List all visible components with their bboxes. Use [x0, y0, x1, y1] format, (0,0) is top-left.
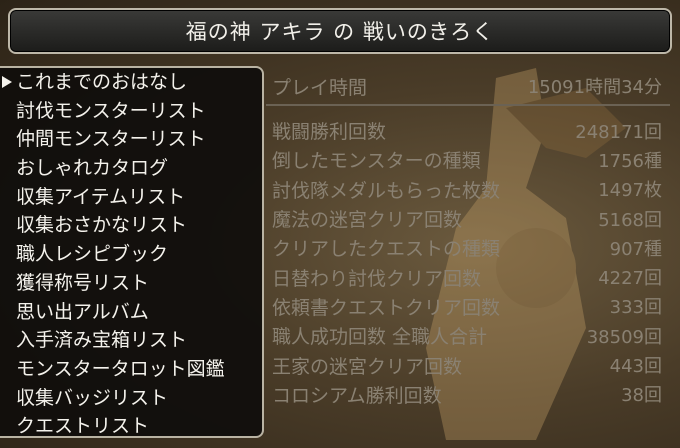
stat-value: 1497枚: [598, 180, 662, 202]
menu-item-1[interactable]: これまでのおはなし: [0, 68, 262, 97]
menu-item-8[interactable]: 獲得称号リスト: [0, 269, 262, 298]
title-bar: 福の神 アキラ の 戦いのきろく: [8, 8, 672, 54]
stat-label: 戦闘勝利回数: [272, 121, 387, 144]
stat-label: 日替わり討伐クリア回数: [272, 267, 482, 290]
menu-item-2[interactable]: 討伐モンスターリスト: [0, 97, 262, 126]
stat-row: 戦闘勝利回数 248171回: [266, 116, 670, 145]
stats-panel: プレイ時間 15091時間34分 戦闘勝利回数 248171回 倒したモンスターの種…: [266, 68, 670, 440]
stat-label: 魔法の迷宮クリア回数: [272, 209, 463, 232]
menu-item-label: 入手済み宝箱リスト: [16, 329, 188, 352]
cursor-arrow-icon: [2, 76, 12, 88]
playtime-label: プレイ時間: [272, 76, 368, 99]
menu-item-6[interactable]: 収集おさかなリスト: [0, 211, 262, 240]
menu-item-5[interactable]: 収集アイテムリスト: [0, 183, 262, 212]
stat-row: 王家の迷宮クリア回数 443回: [266, 350, 670, 379]
stat-row: 倒したモンスターの種類 1756種: [266, 145, 670, 174]
stat-value: 1756種: [598, 150, 662, 172]
stat-label: コロシアム勝利回数: [272, 384, 442, 407]
menu-item-4[interactable]: おしゃれカタログ: [0, 154, 262, 183]
menu-item-label: 獲得称号リスト: [16, 271, 150, 294]
menu-item-12[interactable]: 収集バッジリスト: [0, 384, 262, 413]
menu-item-label: これまでのおはなし: [16, 71, 188, 93]
stat-value: 443回: [609, 356, 662, 378]
playtime-value: 15091時間34分: [527, 77, 662, 98]
record-screen: 福の神 アキラ の 戦いのきろく プレイ時間 15091時間34分 戦闘勝利回数…: [0, 0, 680, 448]
stat-label: 職人成功回数 全職人合計: [272, 326, 488, 349]
stat-value: 5168回: [598, 209, 662, 231]
playtime-row: プレイ時間 15091時間34分: [266, 68, 670, 106]
menu-item-label: 思い出アルバム: [16, 300, 149, 323]
stat-row: クリアしたクエストの種類 907種: [266, 233, 670, 262]
menu-item-13[interactable]: クエストリスト: [0, 412, 262, 441]
menu-item-label: 職人レシピブック: [16, 243, 169, 266]
menu-item-label: 討伐モンスターリスト: [16, 99, 206, 122]
stat-label: 依頼書クエストクリア回数: [272, 296, 501, 319]
stat-row: 魔法の迷宮クリア回数 5168回: [266, 204, 670, 233]
menu-item-3[interactable]: 仲間モンスターリスト: [0, 125, 262, 154]
stat-value: 248171回: [575, 121, 662, 143]
menu-item-10[interactable]: 入手済み宝箱リスト: [0, 326, 262, 355]
stat-row: 討伐隊メダルもらった枚数 1497枚: [266, 175, 670, 204]
stat-value: 4227回: [598, 268, 662, 290]
menu-item-label: 仲間モンスターリスト: [16, 128, 206, 151]
stat-label: 王家の迷宮クリア回数: [272, 355, 463, 378]
stat-list: 戦闘勝利回数 248171回倒したモンスターの種類 1756種討伐隊メダルもらった枚…: [266, 116, 670, 409]
menu-item-label: モンスタータロット図鑑: [16, 357, 225, 380]
stat-value: 38509回: [586, 326, 662, 348]
stat-row: コロシアム勝利回数 38回: [266, 380, 670, 409]
stat-row: 職人成功回数 全職人合計 38509回: [266, 321, 670, 350]
menu-item-label: 収集おさかなリスト: [16, 214, 188, 237]
stat-row: 依頼書クエストクリア回数 333回: [266, 292, 670, 321]
stat-row: 日替わり討伐クリア回数 4227回: [266, 262, 670, 291]
menu-item-9[interactable]: 思い出アルバム: [0, 298, 262, 327]
menu-item-label: おしゃれカタログ: [16, 157, 169, 180]
menu-item-7[interactable]: 職人レシピブック: [0, 240, 262, 269]
menu-item-label: 収集アイテムリスト: [16, 185, 186, 208]
stat-value: 907種: [609, 238, 662, 260]
record-menu: これまでのおはなし 討伐モンスターリスト 仲間モンスターリスト おしゃれカタログ 収集ア…: [0, 66, 264, 438]
menu-item-label: クエストリスト: [16, 415, 150, 438]
menu-item-11[interactable]: モンスタータロット図鑑: [0, 355, 262, 384]
page-title: 福の神 アキラ の 戦いのきろく: [185, 20, 495, 44]
menu-list: これまでのおはなし 討伐モンスターリスト 仲間モンスターリスト おしゃれカタログ 収集ア…: [0, 68, 262, 441]
stat-label: クリアしたクエストの種類: [272, 238, 501, 261]
stat-label: 討伐隊メダルもらった枚数: [272, 179, 501, 202]
stat-label: 倒したモンスターの種類: [272, 150, 481, 173]
stat-value: 38回: [621, 385, 662, 407]
stat-value: 333回: [609, 297, 662, 319]
menu-item-label: 収集バッジリスト: [16, 386, 169, 409]
